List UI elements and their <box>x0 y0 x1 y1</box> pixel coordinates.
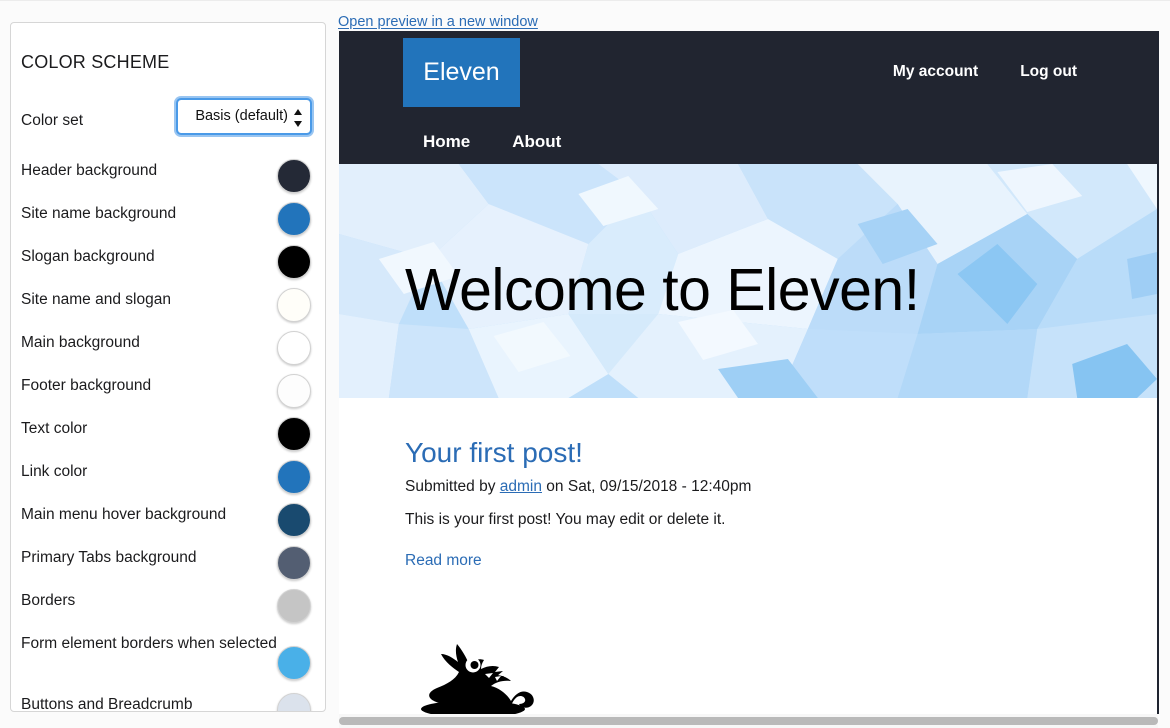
color-row: Text color <box>21 417 317 451</box>
color-swatch[interactable] <box>277 245 311 279</box>
color-scheme-panel: COLOR SCHEME Color set Basis (default) H… <box>10 22 326 712</box>
color-row-label: Link color <box>21 463 88 480</box>
top-divider <box>0 0 1170 1</box>
color-row: Footer background <box>21 374 317 408</box>
color-row-label: Footer background <box>21 377 152 394</box>
panel-title: COLOR SCHEME <box>21 51 170 72</box>
color-row: Primary Tabs background <box>21 546 317 580</box>
preview-site-header: Eleven My account Log out Home About <box>339 31 1157 164</box>
post-body-text: This is your first post! You may edit or… <box>405 510 726 528</box>
color-row: Main menu hover background <box>21 503 317 537</box>
primary-main-menu: Home About <box>423 132 561 152</box>
post-submitted-meta: Submitted by admin on Sat, 09/15/2018 - … <box>405 478 751 496</box>
color-row: Link color <box>21 460 317 494</box>
chevron-updown-icon <box>294 109 303 127</box>
horizontal-scrollbar-thumb[interactable] <box>339 717 1158 725</box>
post-title-link[interactable]: Your first post! <box>405 437 583 469</box>
secondary-user-menu: My account Log out <box>893 63 1157 81</box>
color-set-label: Color set <box>21 112 84 129</box>
color-row-label: Text color <box>21 420 88 437</box>
color-set-select[interactable]: Basis (default) <box>176 98 312 135</box>
menu-item-log-out[interactable]: Log out <box>1020 63 1077 81</box>
color-row: Site name and slogan <box>21 288 317 322</box>
color-set-row: Color set Basis (default) <box>21 98 317 137</box>
horizontal-scrollbar-track[interactable] <box>339 714 1158 728</box>
site-name-logo[interactable]: Eleven <box>403 38 520 107</box>
color-set-value: Basis (default) <box>195 108 288 124</box>
color-row-label: Buttons and Breadcrumb <box>21 696 193 712</box>
color-swatch[interactable] <box>277 546 311 580</box>
read-more-link[interactable]: Read more <box>405 552 482 570</box>
color-row: Site name background <box>21 202 317 236</box>
color-swatch[interactable] <box>277 693 311 711</box>
color-row-label: Main background <box>21 334 140 351</box>
color-row: Main background <box>21 331 317 365</box>
post-author-link[interactable]: admin <box>500 478 542 495</box>
color-swatch[interactable] <box>277 374 311 408</box>
color-swatch[interactable] <box>277 202 311 236</box>
color-swatch[interactable] <box>277 159 311 193</box>
color-row-label: Primary Tabs background <box>21 549 197 566</box>
color-row-label: Borders <box>21 592 76 609</box>
submitted-prefix: Submitted by <box>405 477 500 495</box>
color-row-label: Main menu hover background <box>21 506 227 523</box>
color-row-label: Form element borders when selected <box>21 635 277 652</box>
color-row-label: Site name and slogan <box>21 291 171 308</box>
color-row: Slogan background <box>21 245 317 279</box>
color-swatch[interactable] <box>277 460 311 494</box>
page-root: COLOR SCHEME Color set Basis (default) H… <box>0 0 1170 728</box>
hero-title: Welcome to Eleven! <box>405 256 920 323</box>
menu-item-home[interactable]: Home <box>423 132 470 152</box>
submitted-suffix: on Sat, 09/15/2018 - 12:40pm <box>542 477 752 495</box>
menu-item-my-account[interactable]: My account <box>893 63 978 81</box>
color-row: Form element borders when selected <box>21 632 317 680</box>
color-row: Header background <box>21 159 317 193</box>
druplicon-mascot-icon <box>421 644 534 714</box>
preview-content-area: Your first post! Submitted by admin on S… <box>339 398 1157 714</box>
color-swatch[interactable] <box>277 503 311 537</box>
color-swatch[interactable] <box>277 646 311 680</box>
color-row-label: Slogan background <box>21 248 155 265</box>
menu-item-about[interactable]: About <box>512 132 561 152</box>
color-row: Borders <box>21 589 317 623</box>
color-row-label: Site name background <box>21 205 177 222</box>
open-preview-link[interactable]: Open preview in a new window <box>338 14 538 30</box>
color-swatch[interactable] <box>277 331 311 365</box>
color-row-label: Header background <box>21 162 158 179</box>
color-swatch[interactable] <box>277 288 311 322</box>
color-swatch[interactable] <box>277 417 311 451</box>
color-row: Buttons and Breadcrumb <box>21 693 317 712</box>
theme-preview-frame: Eleven My account Log out Home About Wel… <box>339 31 1159 714</box>
hero-banner: Welcome to Eleven! <box>339 164 1157 398</box>
color-swatch[interactable] <box>277 589 311 623</box>
